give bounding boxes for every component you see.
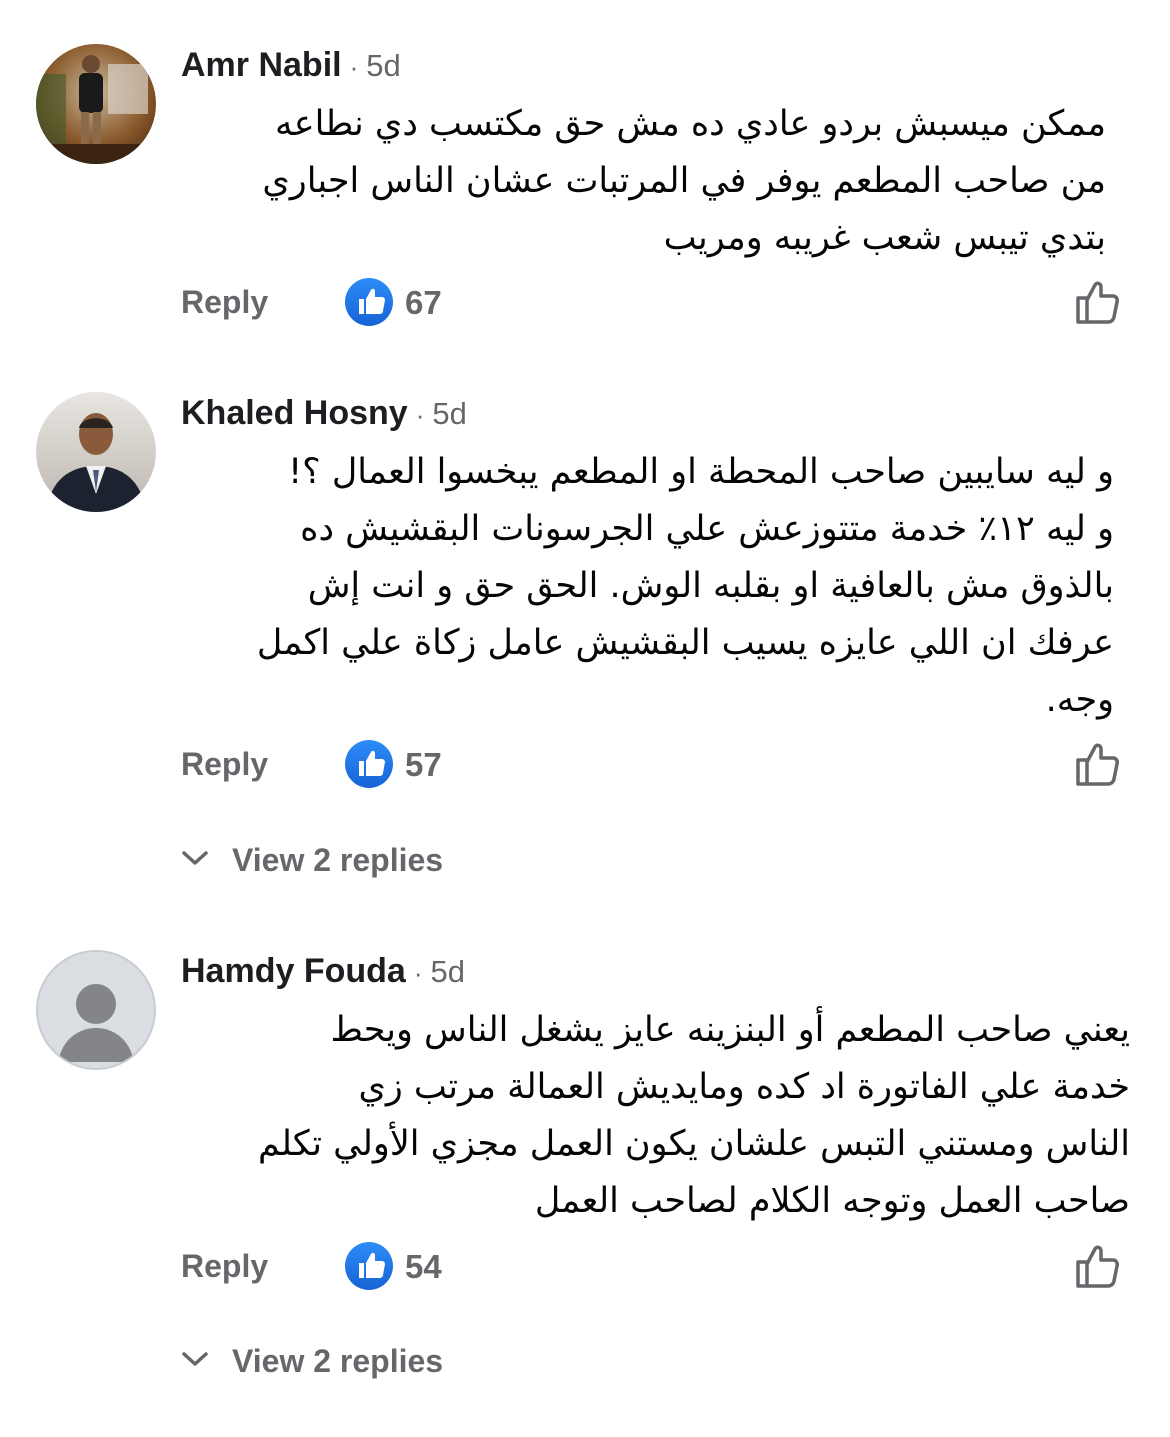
thumbs-up-outline-icon[interactable] [1072,738,1124,790]
view-replies-label: View 2 replies [232,1343,444,1379]
thumbs-up-filled-icon [345,278,393,326]
like-count[interactable]: 57 [405,746,442,784]
like-count[interactable]: 67 [405,284,442,322]
thumbs-up-filled-icon [345,740,393,788]
chevron-down-icon [182,851,208,865]
avatar[interactable] [36,392,156,512]
comment-line: بتدي تيبس شعب غريبه ومريب [663,218,1106,258]
comment-header: Hamdy Fouda · 5d [181,951,465,993]
timestamp[interactable]: 5d [366,48,400,83]
author-name[interactable]: Amr Nabil [181,46,342,84]
author-name[interactable]: Hamdy Fouda [181,952,406,990]
comment-line: ممكن ميسبش بردو عادي ده مش حق مكتسب دي ن… [275,104,1106,144]
like-count[interactable]: 54 [405,1248,442,1286]
reply-button[interactable]: Reply [181,284,268,321]
thumbs-up-outline-icon[interactable] [1072,1240,1124,1292]
reply-button[interactable]: Reply [181,1248,268,1285]
comment-actions: Reply 67 [0,278,1170,328]
comment-line: من صاحب المطعم يوفر في المرتبات عشان الن… [262,161,1106,201]
chevron-down-icon [182,1352,208,1366]
author-name[interactable]: Khaled Hosny [181,394,408,432]
comment-text: ممكن ميسبش بردو عادي ده مش حق مكتسب دي ن… [262,96,1106,267]
comment-line: و ليه سايبين صاحب المحطة او المطعم يبخسو… [288,452,1114,492]
thumbs-up-outline-icon[interactable] [1072,276,1124,328]
comment-line: وجه. [1045,680,1114,720]
comment-text: يعني صاحب المطعم أو البنزينه عايز يشغل ا… [258,1002,1130,1230]
comment-actions: Reply 54 [0,1242,1170,1292]
comment-line: خدمة علي الفاتورة اد كده ومايديش العمالة… [358,1067,1130,1107]
comment-header: Khaled Hosny · 5d [181,393,467,435]
comment-line: عرفك ان اللي عايزه يسيب البقشيش عامل زكا… [256,623,1114,663]
separator-dot: · [413,958,423,988]
comment-line: صاحب العمل وتوجه الكلام لصاحب العمل [534,1181,1130,1221]
avatar[interactable] [36,950,156,1070]
timestamp[interactable]: 5d [432,396,466,431]
comment-line: بالذوق مش بالعافية او بقلبه الوش. الحق ح… [307,566,1114,606]
avatar-photo [36,392,156,512]
comment-line: و ليه ١٢٪ خدمة متتوزعش علي الجرسونات الب… [300,509,1114,549]
avatar-photo [36,44,156,164]
timestamp[interactable]: 5d [430,954,464,989]
avatar[interactable] [36,44,156,164]
separator-dot: · [415,400,425,430]
comment-line: الناس ومستني التبس علشان يكون العمل مجزي… [258,1124,1130,1164]
comment-text: و ليه سايبين صاحب المحطة او المطعم يبخسو… [257,444,1114,729]
separator-dot: · [349,52,359,82]
comment-header: Amr Nabil · 5d [181,45,401,87]
thumbs-up-filled-icon [345,1242,393,1290]
comment-line: يعني صاحب المطعم أو البنزينه عايز يشغل ا… [330,1010,1130,1050]
comment-actions: Reply 57 [0,740,1170,790]
reply-button[interactable]: Reply [181,746,268,783]
view-replies-label: View 2 replies [232,842,444,878]
person-silhouette-icon [58,984,134,1062]
